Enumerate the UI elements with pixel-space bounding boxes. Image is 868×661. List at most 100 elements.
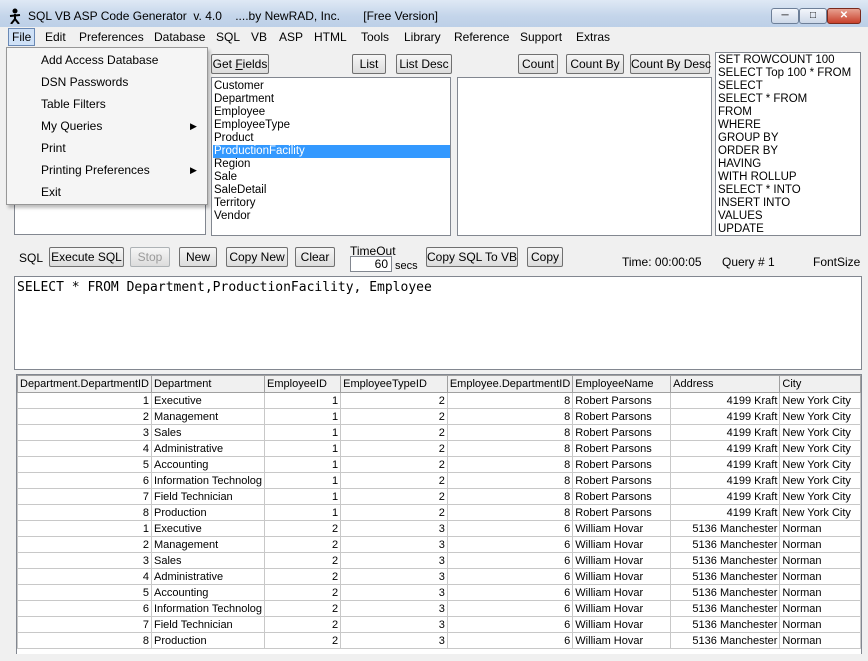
table-row[interactable]: 7 Field Technician 2 3 6 William Hovar 5136 Ma…	[17, 616, 861, 633]
column-header[interactable]: Employee.DepartmentID	[446, 375, 574, 393]
copy-sql-to-vb-button[interactable]: Copy SQL To VB	[426, 247, 518, 267]
file-menu-item[interactable]: Print	[41, 138, 66, 158]
keyword-list-item[interactable]: WHERE	[718, 119, 761, 132]
table-row[interactable]: 2 Management 1 2 8 Robert Parsons 4199 Kraft Ne…	[17, 408, 861, 425]
sql-keyword-list[interactable]: SET ROWCOUNT 100 SELECT Top 100 * FROM SEL…	[715, 52, 861, 236]
menu-html[interactable]: HTML	[311, 29, 350, 45]
table-list-item[interactable]: Customer	[214, 80, 264, 93]
execute-sql-button[interactable]: Execute SQL	[49, 247, 124, 267]
table-list-item[interactable]: ProductionFacility	[213, 145, 450, 158]
count-button[interactable]: Count	[518, 54, 558, 74]
sql-editor[interactable]: SELECT * FROM Department,ProductionFacil…	[14, 276, 862, 370]
minimize-button[interactable]: ─	[771, 8, 799, 24]
list-button[interactable]: List	[352, 54, 386, 74]
menu-library[interactable]: Library	[401, 29, 444, 45]
menu-file[interactable]: File	[8, 28, 36, 46]
table-row[interactable]: 4 Administrative 1 2 8 Robert Parsons 4199 Kra…	[17, 440, 861, 457]
tables-list[interactable]: Customer Department Employee EmployeeType Pr…	[211, 77, 451, 236]
menu-database[interactable]: Database	[151, 29, 208, 45]
menu-support[interactable]: Support	[517, 29, 565, 45]
menu-sql[interactable]: SQL	[213, 29, 243, 45]
keyword-list-item[interactable]: SELECT	[718, 80, 763, 93]
column-header[interactable]: City	[779, 375, 861, 393]
count-by-button[interactable]: Count By	[566, 54, 624, 74]
close-button[interactable]: ✕	[827, 8, 861, 24]
table-row[interactable]: 5 Accounting 2 3 6 William Hovar 5136 Manchest…	[17, 584, 861, 601]
table-row[interactable]: 5 Accounting 1 2 8 Robert Parsons 4199 Kraft Ne…	[17, 456, 861, 473]
table-row[interactable]: 8 Production 1 2 8 Robert Parsons 4199 Kraft Ne…	[17, 504, 861, 521]
menu-asp[interactable]: ASP	[276, 29, 306, 45]
keyword-list-item[interactable]: SELECT * FROM	[718, 93, 807, 106]
table-list-item[interactable]: SaleDetail	[214, 184, 266, 197]
maximize-button[interactable]: □	[799, 8, 827, 24]
menu-reference[interactable]: Reference	[451, 29, 512, 45]
file-menu-item[interactable]: Exit	[41, 182, 61, 202]
query-number: Query # 1	[722, 255, 775, 269]
new-button[interactable]: New	[179, 247, 217, 267]
count-by-desc-button[interactable]: Count By Desc	[630, 54, 711, 74]
table-row[interactable]: 3 Sales 1 2 8 Robert Parsons 4199 Kraft New Yor…	[17, 424, 861, 441]
table-list-item[interactable]: Region	[214, 158, 250, 171]
menu-extras[interactable]: Extras	[573, 29, 613, 45]
table-list-item[interactable]: Territory	[214, 197, 256, 210]
keyword-list-item[interactable]: WITH ROLLUP	[718, 171, 797, 184]
table-cell: Norman	[779, 616, 861, 633]
clear-button[interactable]: Clear	[295, 247, 335, 267]
fontsize-label[interactable]: FontSize	[813, 255, 860, 269]
table-row[interactable]: 8 Production 2 3 6 William Hovar 5136 Manchest…	[17, 632, 861, 649]
table-row[interactable]: 1 Executive 1 2 8 Robert Parsons 4199 Kraft New…	[17, 392, 861, 409]
keyword-list-item[interactable]: HAVING	[718, 158, 761, 171]
file-menu-item[interactable]: Table Filters	[41, 94, 106, 114]
table-row[interactable]: 4 Administrative 2 3 6 William Hovar 5136 Manc…	[17, 568, 861, 585]
table-list-item[interactable]: Employee	[214, 106, 265, 119]
keyword-list-item[interactable]: SELECT Top 100 * FROM	[718, 67, 851, 80]
keyword-list-item[interactable]: SET ROWCOUNT 100	[718, 54, 835, 67]
table-list-item[interactable]: Sale	[214, 171, 237, 184]
keyword-list-item[interactable]: SELECT * INTO	[718, 184, 801, 197]
column-header[interactable]: EmployeeTypeID	[340, 375, 448, 393]
table-list-item[interactable]: Vendor	[214, 210, 250, 223]
menu-tools[interactable]: Tools	[358, 29, 392, 45]
table-cell: Management	[150, 536, 266, 553]
file-menu-item[interactable]: DSN Passwords	[41, 72, 128, 92]
get-fields-button[interactable]: Get Fields	[211, 54, 269, 74]
stop-button[interactable]: Stop	[130, 247, 170, 267]
keyword-list-item[interactable]: GROUP BY	[718, 132, 779, 145]
column-header[interactable]: Department	[150, 375, 266, 393]
column-header[interactable]: Address	[670, 375, 781, 393]
table-cell: 5136 Manchester	[670, 632, 781, 649]
table-row[interactable]: 2 Management 2 3 6 William Hovar 5136 Manchest…	[17, 536, 861, 553]
table-list-item[interactable]: Department	[214, 93, 274, 106]
keyword-list-item[interactable]: VALUES	[718, 210, 763, 223]
keyword-list-item[interactable]: FROM	[718, 106, 752, 119]
column-header[interactable]: EmployeeName	[572, 375, 672, 393]
menu-vb[interactable]: VB	[248, 29, 270, 45]
sql-label: SQL	[19, 251, 44, 265]
table-list-item[interactable]: Product	[214, 132, 254, 145]
menu-edit[interactable]: Edit	[42, 29, 69, 45]
file-menu-item[interactable]: My Queries	[41, 116, 102, 136]
table-cell: 6	[446, 568, 574, 585]
menu-preferences[interactable]: Preferences	[76, 29, 147, 45]
table-row[interactable]: 1 Executive 2 3 6 William Hovar 5136 Mancheste…	[17, 520, 861, 537]
results-grid[interactable]: Department.DepartmentID Department Employe…	[16, 374, 862, 661]
file-menu-item[interactable]: Printing Preferences	[41, 160, 150, 180]
table-row[interactable]: 7 Field Technician 1 2 8 Robert Parsons 4199 K…	[17, 488, 861, 505]
table-row[interactable]: 6 Information Technolog 1 2 8 Robert Parsons 4…	[17, 472, 861, 489]
keyword-list-item[interactable]: INSERT INTO	[718, 197, 790, 210]
column-header[interactable]: Department.DepartmentID	[17, 375, 152, 393]
table-row[interactable]: 3 Sales 2 3 6 William Hovar 5136 Manchester Nor…	[17, 552, 861, 569]
table-cell: Robert Parsons	[572, 504, 672, 521]
keyword-list-item[interactable]: UPDATE	[718, 223, 764, 235]
fields-list[interactable]	[457, 77, 712, 236]
timeout-input[interactable]: 60	[350, 256, 392, 272]
table-cell: 4	[17, 568, 152, 585]
column-header[interactable]: EmployeeID	[264, 375, 342, 393]
table-list-item[interactable]: EmployeeType	[214, 119, 290, 132]
table-row[interactable]: 6 Information Technolog 2 3 6 William Hovar 51…	[17, 600, 861, 617]
copy-new-button[interactable]: Copy New	[226, 247, 288, 267]
copy-button[interactable]: Copy	[527, 247, 563, 267]
file-menu-item[interactable]: Add Access Database	[41, 50, 158, 70]
list-desc-button[interactable]: List Desc	[396, 54, 452, 74]
keyword-list-item[interactable]: ORDER BY	[718, 145, 778, 158]
